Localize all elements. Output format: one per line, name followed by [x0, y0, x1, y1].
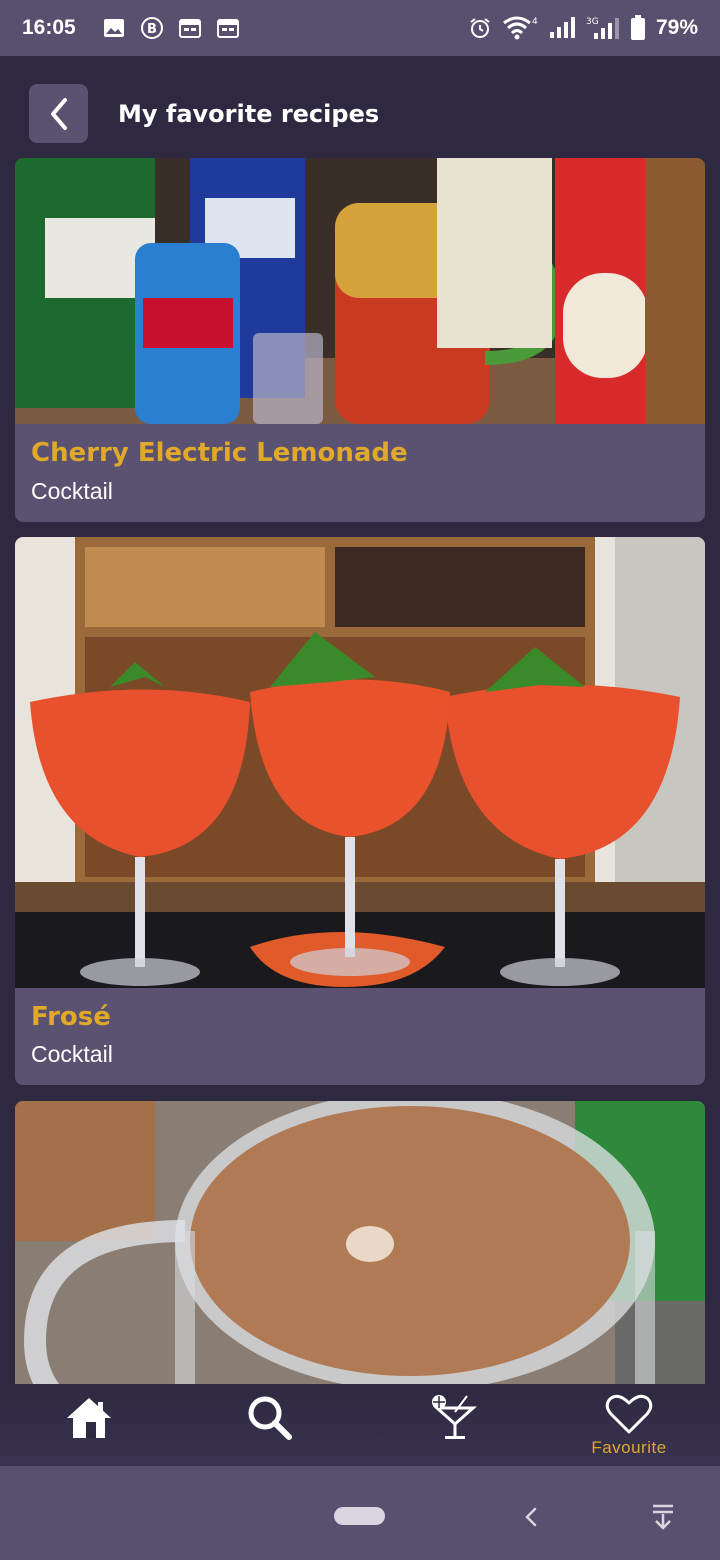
nav-home[interactable] [29, 1384, 149, 1466]
recipe-image [15, 537, 705, 988]
chevron-left-icon [50, 97, 67, 130]
search-icon [248, 1396, 292, 1440]
cocktail-icon [432, 1395, 477, 1439]
bitcoin-icon: B [140, 17, 163, 39]
recipe-image [15, 158, 705, 424]
gallery-icon [103, 19, 124, 37]
battery-percentage: 79% [655, 16, 698, 39]
svg-text:B: B [147, 22, 157, 37]
back-button[interactable] [29, 84, 88, 143]
status-time: 16:05 [22, 16, 76, 39]
signal-3g-icon: 3G [586, 17, 619, 39]
status-bar: 16:05 B 4G 3G 79% [0, 0, 720, 56]
recipe-list[interactable]: Cherry Electric Lemonade Cocktail Frosé … [15, 158, 705, 1384]
signal-3g-label: 3G [586, 17, 599, 27]
recipe-card[interactable] [15, 1101, 705, 1384]
page-title: My favorite recipes [118, 100, 380, 128]
recipe-image [15, 1101, 705, 1384]
nav-search[interactable] [209, 1384, 329, 1466]
heart-icon [605, 1394, 653, 1434]
nav-cocktails[interactable] [393, 1384, 513, 1466]
system-icons: 4G 3G 79% [468, 15, 698, 41]
system-navigation-bar [0, 1466, 720, 1560]
alarm-icon [470, 18, 490, 38]
notification-icons: B [102, 16, 240, 40]
wifi-icon: 4G [503, 16, 538, 40]
signal-4g-icon [549, 17, 575, 38]
calendar-icon [178, 19, 201, 38]
recipe-category: Cocktail [31, 478, 113, 504]
recipe-name: Cherry Electric Lemonade [31, 438, 408, 468]
recipe-card[interactable]: Cherry Electric Lemonade Cocktail [15, 158, 705, 522]
recipe-name: Frosé [31, 1002, 111, 1032]
home-icon [67, 1398, 111, 1438]
battery-icon [630, 15, 645, 40]
calendar-icon [216, 19, 239, 38]
home-pill[interactable] [334, 1507, 385, 1525]
back-icon[interactable] [521, 1506, 541, 1528]
nav-favourite-label: Favourite [591, 1438, 667, 1457]
bottom-navigation: Favourite [0, 1384, 720, 1466]
wifi-4g-label: 4G [532, 17, 538, 27]
app-header: My favorite recipes [0, 56, 720, 158]
recipe-card[interactable]: Frosé Cocktail [15, 537, 705, 1085]
recipe-category: Cocktail [31, 1041, 113, 1067]
nav-favourite[interactable]: Favourite [569, 1384, 689, 1466]
collapse-icon[interactable] [649, 1502, 677, 1532]
